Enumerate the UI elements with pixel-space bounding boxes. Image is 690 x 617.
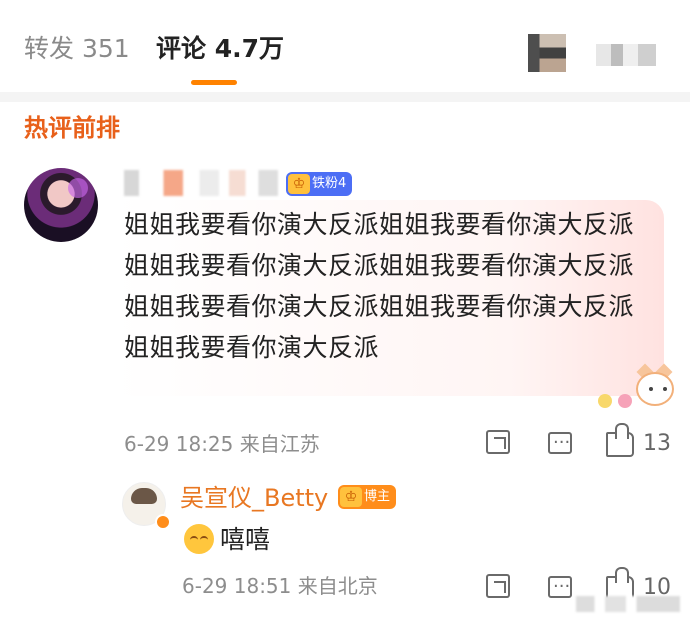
fan-badge-label: 铁粉4	[312, 176, 347, 191]
smile-emoji-icon	[184, 524, 214, 554]
blurred-username[interactable]	[124, 170, 288, 196]
comment-icon	[548, 573, 572, 601]
hot-comments-title: 热评前排	[24, 114, 120, 142]
cat-face-icon	[636, 372, 674, 406]
cat-sticker-icon	[628, 362, 678, 412]
cat-eye-icon	[663, 387, 667, 391]
commenter-avatar[interactable]	[24, 168, 98, 242]
fan-level-badge[interactable]: ♔ 铁粉4	[286, 172, 353, 196]
share-icon	[486, 574, 510, 598]
cat-eye-icon	[649, 387, 653, 391]
thumbs-up-icon	[606, 423, 634, 457]
verified-icon	[155, 514, 171, 530]
comment-text: 姐姐我要看你演大反派姐姐我要看你演大反派姐姐我要看你演大反派姐姐我要看你演大反派…	[124, 210, 635, 362]
reply-comment-button[interactable]	[548, 573, 572, 604]
active-tab-indicator	[191, 80, 237, 85]
blogger-badge-label: 博主	[364, 489, 391, 504]
reply-share-button[interactable]	[486, 574, 510, 604]
crown-icon: ♔	[340, 487, 362, 507]
tab-comment[interactable]: 评论 4.7万	[156, 32, 284, 66]
avatar-image-icon	[68, 178, 88, 198]
tab-repost[interactable]: 转发 351	[24, 32, 130, 66]
flower-icon	[618, 394, 632, 408]
reply-text: 嘻嘻	[220, 525, 271, 554]
share-icon	[486, 430, 510, 454]
avatar-hair-icon	[131, 488, 157, 504]
crown-icon: ♔	[288, 174, 310, 194]
reply-avatar[interactable]	[122, 482, 171, 530]
comment-tab-bar: 转发 351 评论 4.7万	[0, 0, 690, 92]
blurred-avatar-icon	[528, 34, 566, 72]
section-divider	[0, 92, 690, 102]
flower-icon	[598, 394, 612, 408]
reply-timestamp-location: 6-29 18:51 来自北京	[182, 574, 378, 598]
comment-button[interactable]	[548, 429, 572, 460]
share-button[interactable]	[486, 430, 510, 460]
blurred-text-icon	[596, 44, 656, 66]
like-count: 13	[643, 431, 671, 456]
blogger-badge[interactable]: ♔ 博主	[338, 485, 397, 509]
blurred-watermark	[576, 596, 680, 612]
reply-username[interactable]: 吴宣仪_Betty	[180, 484, 328, 512]
like-button[interactable]	[606, 423, 634, 463]
comment-icon	[548, 429, 572, 457]
comment-timestamp-location: 6-29 18:25 来自江苏	[124, 432, 320, 456]
